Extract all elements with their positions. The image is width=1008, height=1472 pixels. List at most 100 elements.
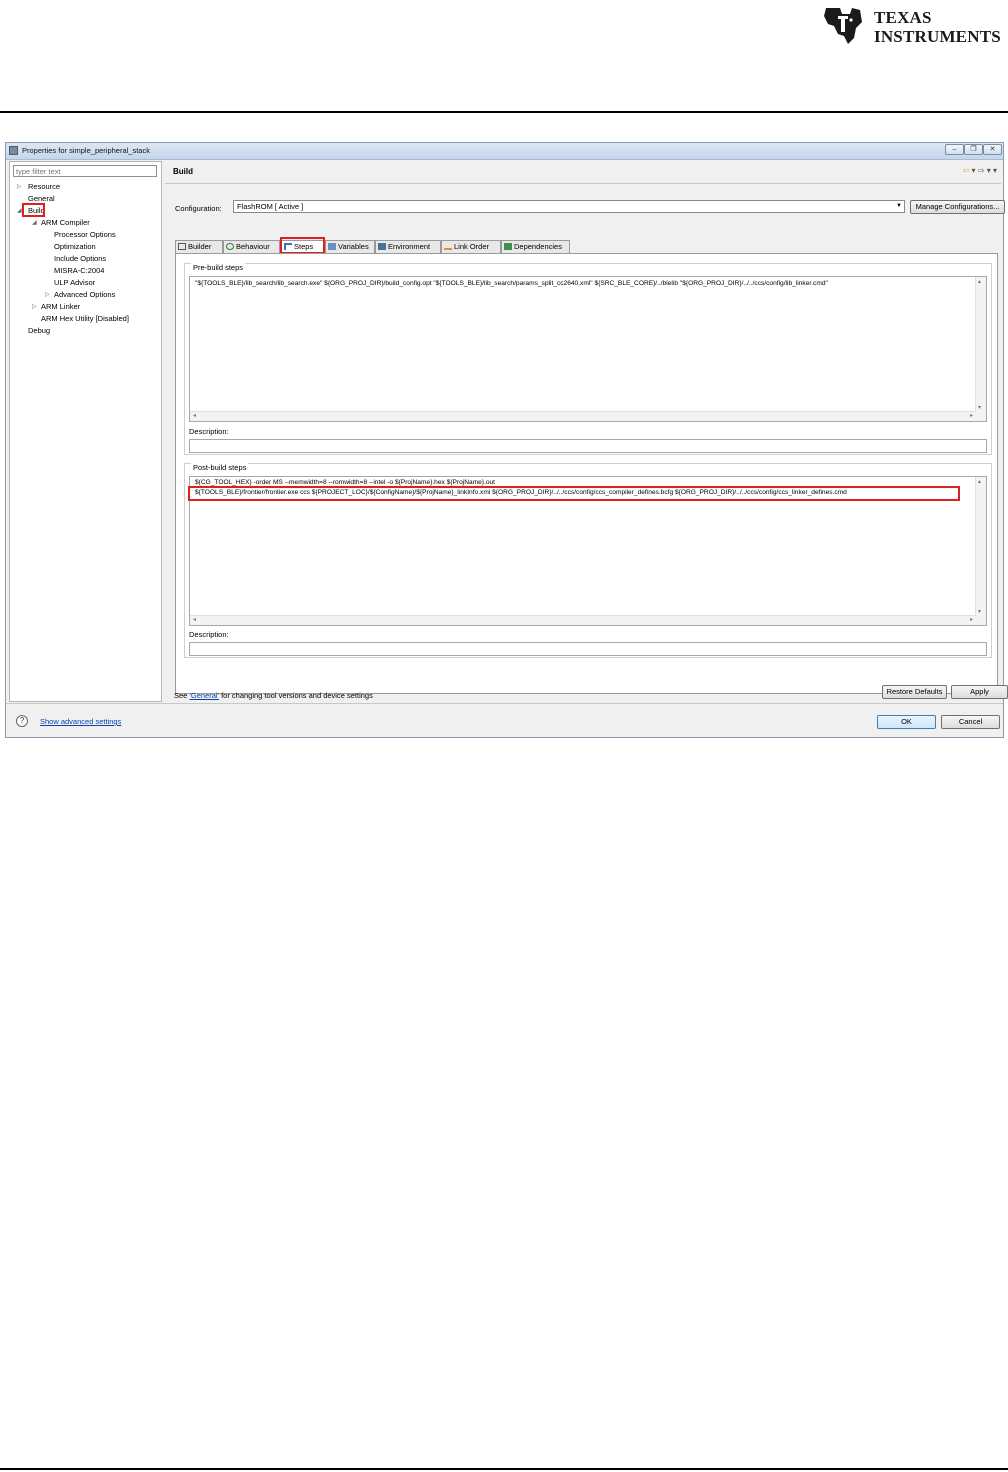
chevron-down-icon[interactable]: ◢ xyxy=(17,206,22,216)
postbuild-highlight-box xyxy=(188,486,960,501)
tree-item-optimization[interactable]: Optimization xyxy=(54,242,96,252)
texas-state-logo-icon xyxy=(824,8,862,44)
window-title: Properties for simple_peripheral_stack xyxy=(22,146,150,155)
brand-line2: INSTRUMENTS xyxy=(874,27,1001,46)
horizontal-scrollbar[interactable]: ◂ ▸ xyxy=(190,411,976,421)
tab-label: Environment xyxy=(388,242,431,251)
scroll-right-icon[interactable]: ▸ xyxy=(970,616,973,623)
restore-button[interactable]: ❐ xyxy=(964,144,983,155)
tab-label: Behaviour xyxy=(236,242,270,251)
scroll-down-icon[interactable]: ▾ xyxy=(978,404,981,411)
chevron-down-icon[interactable]: ◢ xyxy=(32,218,37,228)
link-order-icon xyxy=(444,243,452,250)
forward-arrow-icon[interactable]: ⇨ xyxy=(978,166,985,175)
scroll-down-icon[interactable]: ▾ xyxy=(978,608,981,615)
tab-label: Dependencies xyxy=(514,242,562,251)
scroll-up-icon[interactable]: ▴ xyxy=(978,478,981,485)
cancel-button[interactable]: Cancel xyxy=(941,715,1000,729)
vertical-scrollbar[interactable]: ▴ ▾ xyxy=(975,477,986,625)
help-icon[interactable]: ? xyxy=(16,715,28,727)
tree-item-arm-hex-utility[interactable]: ARM Hex Utility [Disabled] xyxy=(41,314,129,324)
horizontal-scrollbar[interactable]: ◂ ▸ xyxy=(190,615,976,625)
tree-item-misra[interactable]: MISRA-C:2004 xyxy=(54,266,104,276)
steps-highlight-box xyxy=(280,237,325,254)
tree-item-processor-options[interactable]: Processor Options xyxy=(54,230,116,240)
tree-item-arm-linker[interactable]: ARM Linker xyxy=(41,302,80,312)
properties-dialog: Properties for simple_peripheral_stack –… xyxy=(5,142,1008,738)
restore-defaults-button[interactable]: Restore Defaults xyxy=(882,685,947,699)
forward-menu-icon[interactable]: ▾ xyxy=(987,166,991,175)
general-link[interactable]: 'General' xyxy=(189,691,219,700)
tab-label: Variables xyxy=(338,242,369,251)
scroll-up-icon[interactable]: ▴ xyxy=(978,278,981,285)
back-arrow-icon[interactable]: ⇦ xyxy=(963,166,970,175)
tab-builder[interactable]: Builder xyxy=(175,240,223,253)
build-properties-panel: Build ⇦ ▾ ⇨ ▾ ▾ Configuration: FlashROM … xyxy=(165,161,1008,702)
page-title: Build xyxy=(173,167,193,176)
postbuild-label: Post-build steps xyxy=(191,463,249,472)
environment-icon xyxy=(378,243,386,250)
prebuild-commands-textarea[interactable]: "${TOOLS_BLE}/lib_search/lib_search.exe"… xyxy=(189,276,987,422)
ok-button[interactable]: OK xyxy=(877,715,936,729)
tab-environment[interactable]: Environment xyxy=(375,240,441,253)
scroll-right-icon[interactable]: ▸ xyxy=(970,412,973,419)
tab-label: Link Order xyxy=(454,242,490,251)
tree-item-debug[interactable]: Debug xyxy=(28,326,50,336)
tree-item-resource[interactable]: Resource xyxy=(28,182,60,192)
chevron-right-icon[interactable]: ▷ xyxy=(32,302,37,312)
scroll-left-icon[interactable]: ◂ xyxy=(193,412,196,419)
ti-logo: TEXAS INSTRUMENTS xyxy=(820,4,1006,48)
back-menu-icon[interactable]: ▾ xyxy=(972,166,976,175)
postbuild-description-label: Description: xyxy=(189,630,229,639)
variables-icon xyxy=(328,243,336,250)
filter-input[interactable] xyxy=(13,165,157,177)
chevron-right-icon[interactable]: ▷ xyxy=(45,290,50,300)
dependencies-icon xyxy=(504,243,512,250)
prebuild-line: "${TOOLS_BLE}/lib_search/lib_search.exe"… xyxy=(195,280,828,287)
prebuild-group: Pre-build steps "${TOOLS_BLE}/lib_search… xyxy=(184,263,992,455)
steps-tab-content: Pre-build steps "${TOOLS_BLE}/lib_search… xyxy=(175,253,998,694)
prebuild-label: Pre-build steps xyxy=(191,263,246,272)
tab-label: Builder xyxy=(188,242,212,251)
postbuild-description-input[interactable] xyxy=(189,642,987,656)
behaviour-icon xyxy=(226,243,234,250)
prebuild-description-label: Description: xyxy=(189,427,229,436)
prebuild-description-input[interactable] xyxy=(189,439,987,453)
configuration-value: FlashROM [ Active ] xyxy=(237,202,304,211)
footer-rule xyxy=(0,1468,1008,1470)
ti-wordmark: TEXAS INSTRUMENTS xyxy=(874,8,1001,46)
app-icon xyxy=(9,146,18,155)
brand-line1: TEXAS xyxy=(874,8,932,27)
scroll-left-icon[interactable]: ◂ xyxy=(193,616,196,623)
tab-dependencies[interactable]: Dependencies xyxy=(501,240,570,253)
configuration-select[interactable]: FlashROM [ Active ] ▼ xyxy=(233,200,905,213)
show-advanced-settings-link[interactable]: Show advanced settings xyxy=(40,717,121,726)
minimize-button[interactable]: – xyxy=(945,144,964,155)
tree-item-include-options[interactable]: Include Options xyxy=(54,254,106,264)
view-menu-icon[interactable]: ▾ xyxy=(993,166,997,175)
tab-behaviour[interactable]: Behaviour xyxy=(223,240,280,253)
title-bar[interactable]: Properties for simple_peripheral_stack –… xyxy=(6,143,1003,160)
postbuild-group: Post-build steps ${CG_TOOL_HEX} -order M… xyxy=(184,463,992,658)
history-nav: ⇦ ▾ ⇨ ▾ ▾ xyxy=(963,166,997,175)
configuration-label: Configuration: xyxy=(175,204,222,213)
tab-link-order[interactable]: Link Order xyxy=(441,240,501,253)
tab-variables[interactable]: Variables xyxy=(325,240,375,253)
vertical-scrollbar[interactable]: ▴ ▾ xyxy=(975,277,986,421)
chevron-down-icon: ▼ xyxy=(896,203,902,209)
title-separator xyxy=(165,183,1001,184)
properties-tree-panel: ▷ Resource General ◢ Build ◢ ARM Compile… xyxy=(9,161,162,702)
tree-item-arm-compiler[interactable]: ARM Compiler xyxy=(41,218,90,228)
tree-item-ulp-advisor[interactable]: ULP Advisor xyxy=(54,278,95,288)
general-hint: See 'General' for changing tool versions… xyxy=(174,691,373,700)
apply-button[interactable]: Apply xyxy=(951,685,1008,699)
footer-separator xyxy=(6,703,1003,704)
tree-item-advanced-options[interactable]: Advanced Options xyxy=(54,290,115,300)
header-rule xyxy=(0,111,1008,113)
hint-prefix: See xyxy=(174,691,190,700)
close-button[interactable]: ✕ xyxy=(983,144,1002,155)
chevron-right-icon[interactable]: ▷ xyxy=(17,182,22,192)
manage-configurations-button[interactable]: Manage Configurations... xyxy=(910,200,1005,214)
builder-icon xyxy=(178,243,186,250)
build-highlight-box xyxy=(22,203,45,217)
